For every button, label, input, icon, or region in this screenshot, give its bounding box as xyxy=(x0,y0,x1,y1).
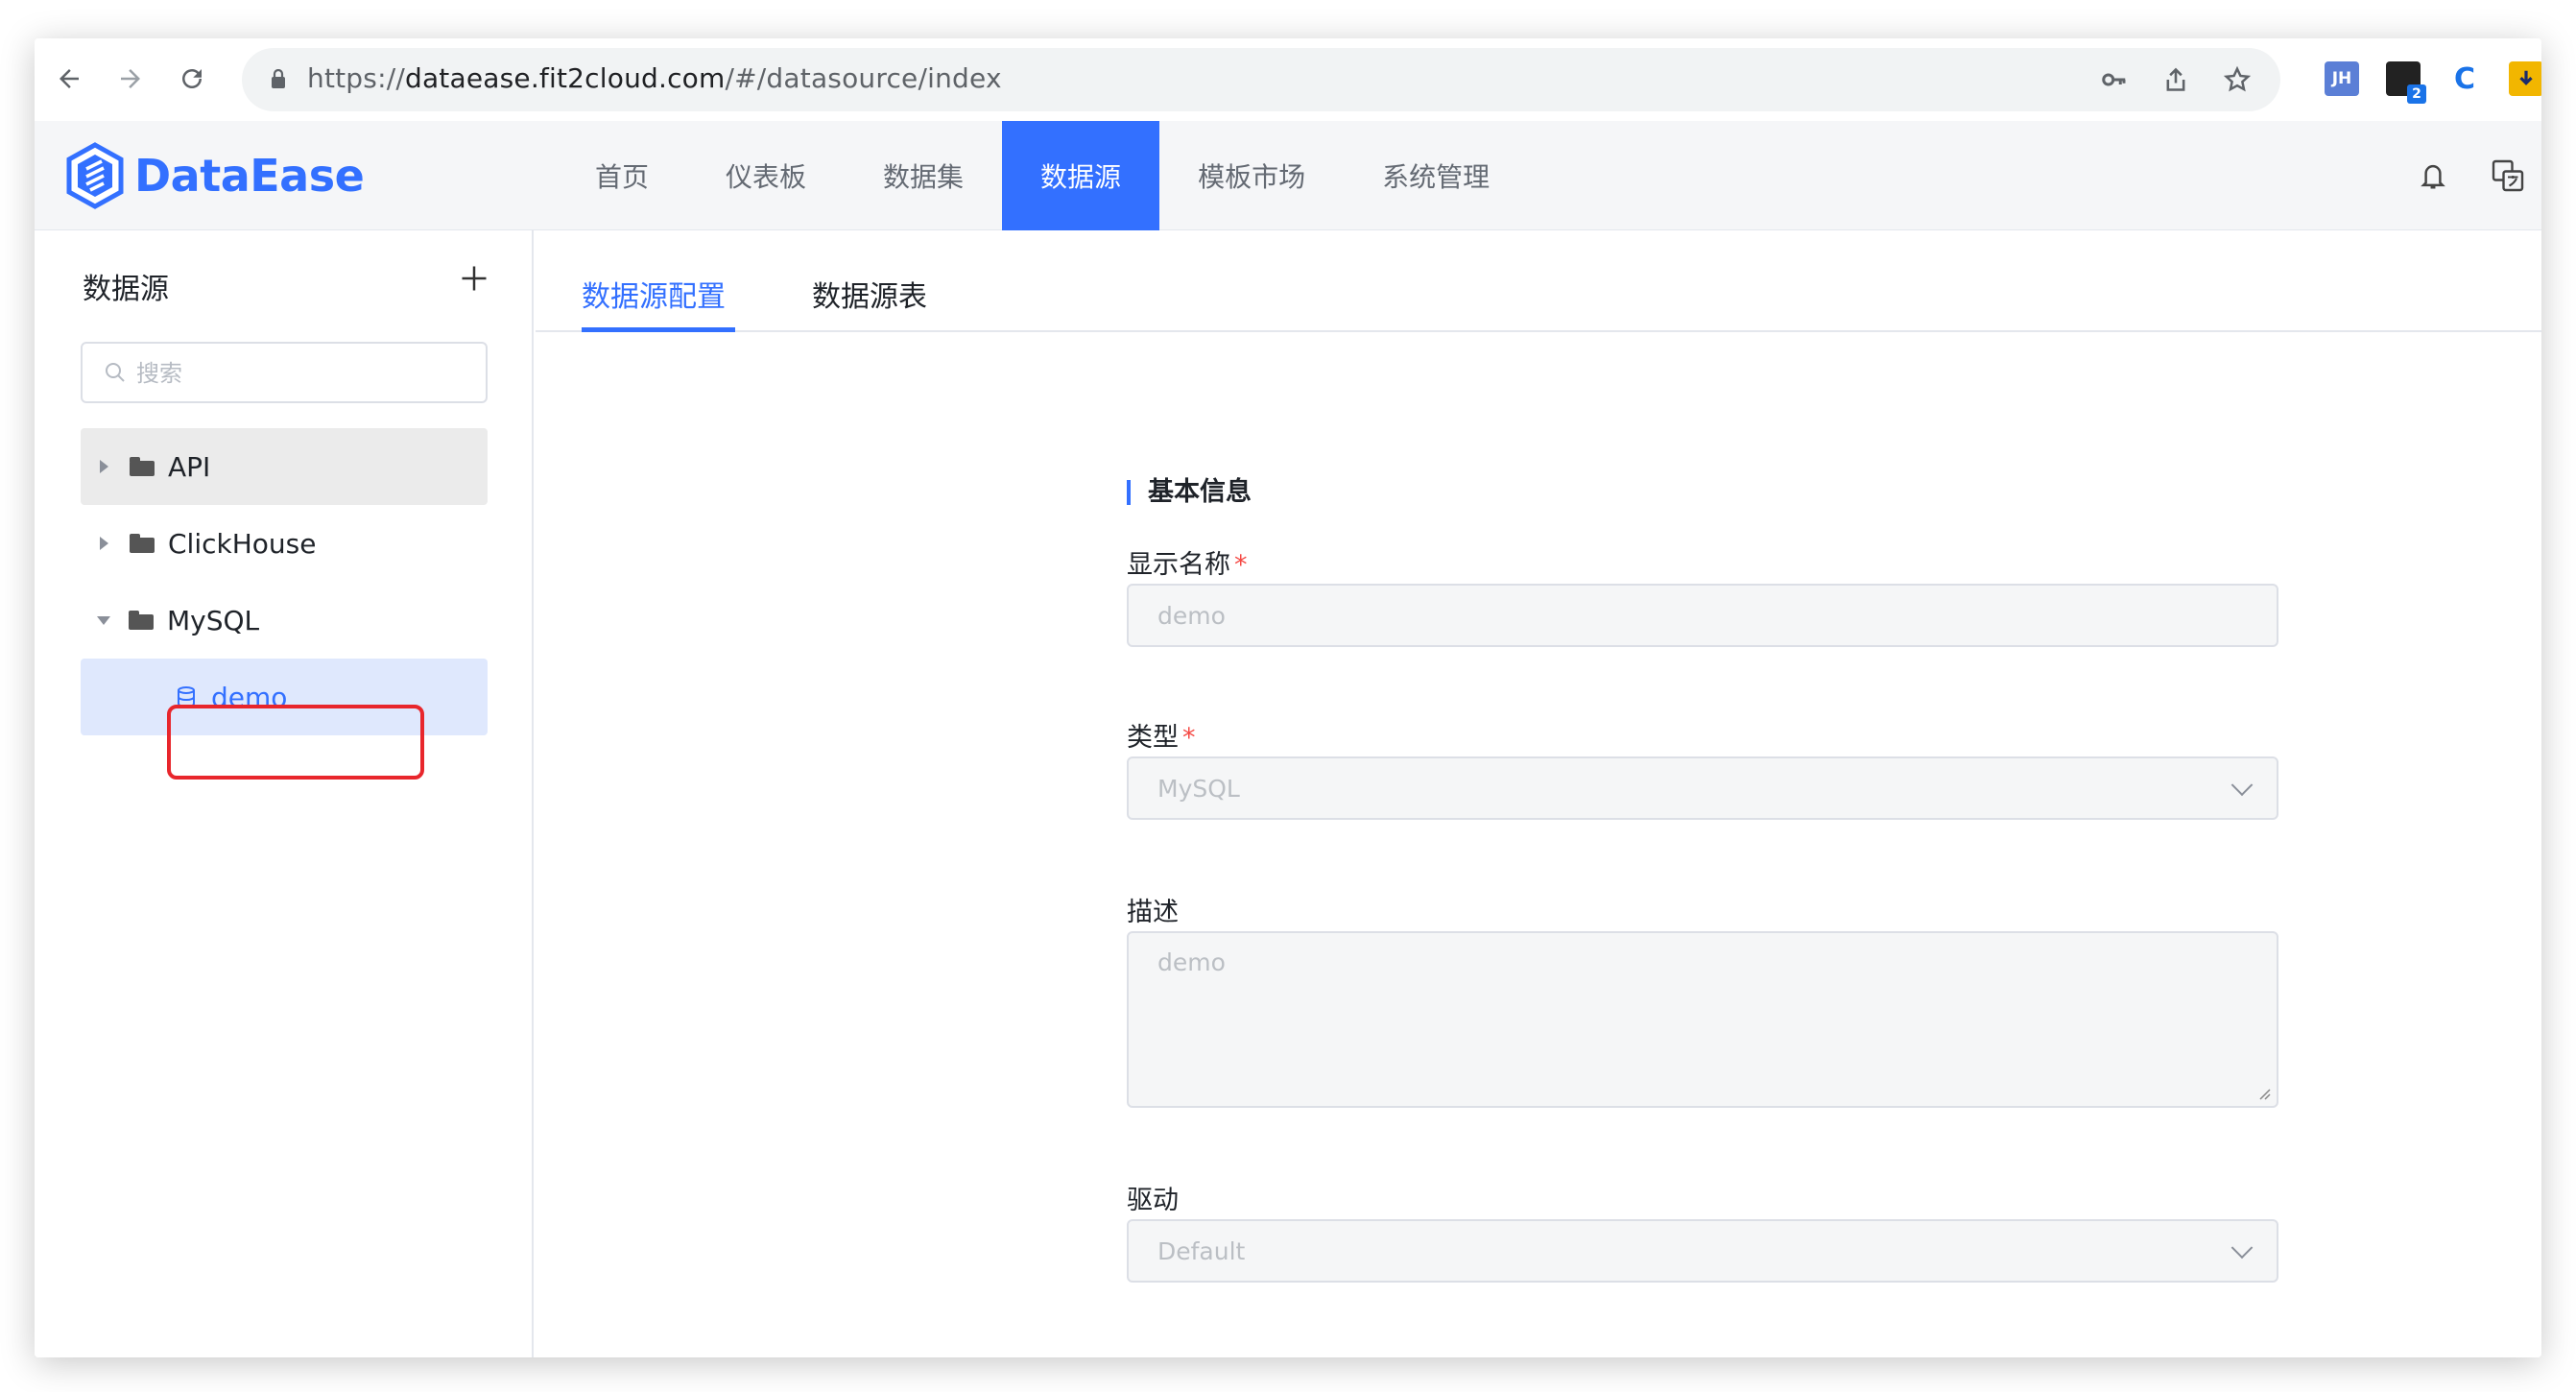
jh-extension-icon[interactable]: JH xyxy=(2325,61,2359,96)
tab-datasource-config[interactable]: 数据源配置 xyxy=(582,273,726,315)
extension-badge-icon[interactable]: 2 xyxy=(2386,61,2426,104)
logo[interactable]: DataEase xyxy=(65,140,365,211)
dataease-logo-icon xyxy=(66,142,124,209)
name-label: 显示名称 * xyxy=(1127,550,1248,580)
address-bar[interactable]: https://dataease.fit2cloud.com/#/datasou… xyxy=(242,48,2280,111)
chevron-down-icon xyxy=(2230,774,2254,797)
browser-window: https://dataease.fit2cloud.com/#/datasou… xyxy=(35,38,2541,1357)
display-name-input[interactable]: demo xyxy=(1127,584,2278,647)
expand-caret-icon[interactable] xyxy=(100,460,108,473)
highlight-annotation xyxy=(167,705,424,780)
nav-system-management[interactable]: 系统管理 xyxy=(1344,121,1528,230)
plus-icon xyxy=(462,266,487,291)
driver-label: 驱动 xyxy=(1127,1186,1179,1215)
tree-node-mysql[interactable]: MySQL xyxy=(81,582,488,659)
notification-bell-icon[interactable] xyxy=(2413,156,2453,196)
browser-toolbar: https://dataease.fit2cloud.com/#/datasou… xyxy=(35,38,2541,121)
nav-dashboard[interactable]: 仪表板 xyxy=(687,121,845,230)
nav-home[interactable]: 首页 xyxy=(557,121,687,230)
nav-datasource[interactable]: 数据源 xyxy=(1002,121,1160,230)
type-select[interactable]: MySQL xyxy=(1127,756,2278,820)
datasource-sidebar: 数据源 API ClickHouse MySQL xyxy=(35,230,534,1357)
tab-datasource-tables[interactable]: 数据源表 xyxy=(812,273,927,315)
main-content: 数据源配置 数据源表 基本信息 显示名称 * demo 类型 * MySQL 描述 … xyxy=(536,230,2541,1357)
tree-node-label: MySQL xyxy=(167,604,260,636)
forward-icon[interactable] xyxy=(111,60,150,98)
add-datasource-button[interactable] xyxy=(453,257,495,300)
description-label: 描述 xyxy=(1127,898,1179,927)
search-icon xyxy=(106,363,125,382)
required-mark: * xyxy=(1234,550,1248,580)
extension-badge-count: 2 xyxy=(2407,84,2426,104)
description-value: demo xyxy=(1157,948,1226,976)
collapse-caret-icon[interactable] xyxy=(97,615,110,625)
driver-select[interactable]: Default xyxy=(1127,1219,2278,1283)
tree-node-label: API xyxy=(168,450,211,483)
share-icon[interactable] xyxy=(2159,63,2192,96)
folder-icon xyxy=(129,611,154,630)
top-nav: 首页 仪表板 数据集 数据源 模板市场 系统管理 xyxy=(557,121,1528,230)
tree-node-api[interactable]: API xyxy=(81,428,488,505)
type-value: MySQL xyxy=(1157,774,1240,803)
reload-icon[interactable] xyxy=(173,60,211,98)
nav-template-market[interactable]: 模板市场 xyxy=(1159,121,1344,230)
tree-node-clickhouse[interactable]: ClickHouse xyxy=(81,505,488,582)
tab-bar: 数据源配置 数据源表 xyxy=(536,230,2541,332)
chevron-down-icon xyxy=(2230,1236,2254,1260)
url-text: https://dataease.fit2cloud.com/#/datasou… xyxy=(307,62,1002,94)
search-input[interactable] xyxy=(136,355,463,392)
required-mark: * xyxy=(1182,723,1196,753)
search-box[interactable] xyxy=(81,342,488,403)
type-label: 类型 * xyxy=(1127,723,1196,753)
resize-handle-icon[interactable] xyxy=(2257,1087,2271,1100)
folder-icon xyxy=(130,534,155,553)
language-switch-icon[interactable] xyxy=(2488,156,2528,196)
display-name-value: demo xyxy=(1157,601,1226,630)
app-header: DataEase 首页 仪表板 数据集 数据源 模板市场 系统管理 xyxy=(35,121,2541,230)
bookmark-star-icon[interactable] xyxy=(2221,63,2254,96)
lock-icon xyxy=(272,69,285,88)
brand-name: DataEase xyxy=(134,150,365,202)
c-extension-icon[interactable]: C xyxy=(2447,61,2482,96)
section-title: 基本信息 xyxy=(1127,479,1252,505)
active-tab-indicator xyxy=(582,327,735,332)
expand-caret-icon[interactable] xyxy=(100,537,108,550)
folder-icon xyxy=(130,457,155,476)
download-extension-icon[interactable] xyxy=(2509,61,2541,96)
description-textarea[interactable]: demo xyxy=(1127,931,2278,1108)
tree-node-label: ClickHouse xyxy=(168,527,317,560)
driver-value: Default xyxy=(1157,1236,1246,1265)
sidebar-title: 数据源 xyxy=(83,273,169,306)
key-icon[interactable] xyxy=(2098,63,2131,96)
back-icon[interactable] xyxy=(50,60,88,98)
nav-dataset[interactable]: 数据集 xyxy=(845,121,1002,230)
